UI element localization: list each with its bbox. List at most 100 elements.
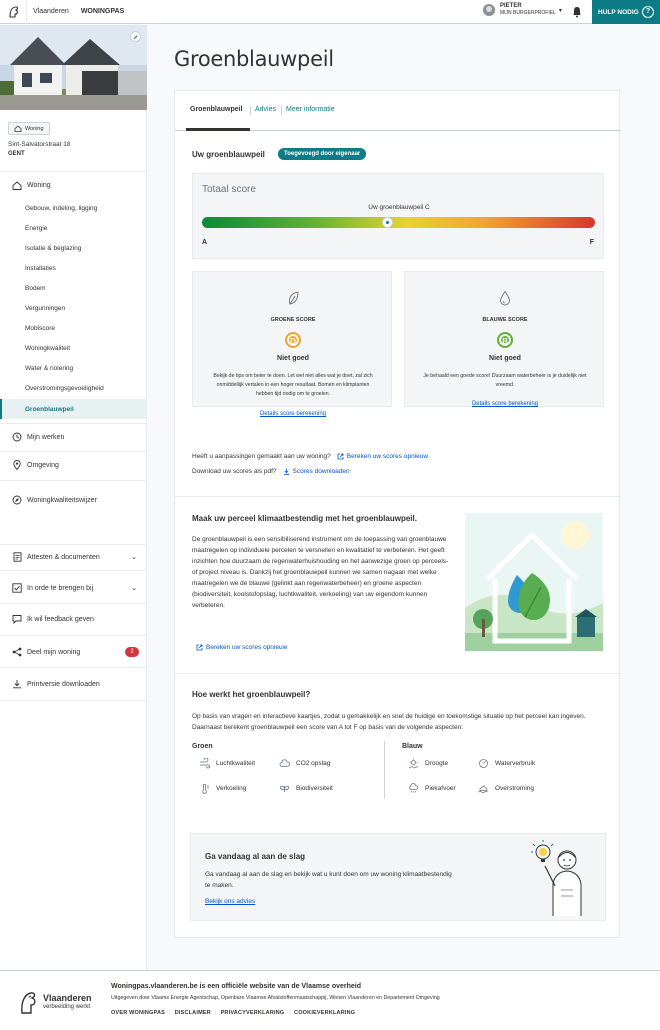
score-gauge (202, 217, 595, 228)
person-idea-illustration (531, 840, 582, 916)
aspect-waterverbruik: Waterverbruik (478, 758, 535, 769)
sidebar-divider (0, 451, 147, 452)
notification-badge: 2 (125, 647, 139, 657)
logo-main-text: Vlaanderen (43, 992, 92, 1003)
sidebar-item-mijn-werken[interactable]: Mijn werken (0, 427, 147, 447)
sidebar-item-label: Woningkwaliteitswijzer (27, 496, 97, 504)
sidebar-item-woningkwaliteitswijzer[interactable]: Woningkwaliteitswijzer (0, 490, 147, 510)
download-scores-link[interactable]: Scores downloaden (283, 468, 350, 475)
house-photo (0, 25, 147, 110)
sidebar-item-print[interactable]: Printversie downloaden (0, 674, 147, 694)
tab-meer-informatie[interactable]: Meer informatie (286, 106, 335, 113)
tab-advies[interactable]: Advies (255, 106, 276, 113)
house-icon (14, 125, 22, 132)
footer-link-disclaimer[interactable]: DISCLAIMER (175, 1010, 211, 1016)
download-icon (12, 679, 22, 689)
clock-icon (12, 432, 22, 442)
current-score-label: Uw groenblauwpeil C (368, 204, 430, 211)
external-link-icon (337, 453, 344, 460)
section-title-klimaat: Maak uw perceel klimaatbestendig met het… (192, 514, 417, 523)
sidebar-subitem[interactable]: Installaties (0, 258, 147, 278)
chevron-down-icon: ⌄ (131, 554, 137, 561)
sidebar-subitem[interactable]: Bodem (0, 278, 147, 298)
leaf-icon (288, 291, 299, 305)
avatar (483, 4, 495, 16)
footer-link-separator: | (169, 1010, 171, 1016)
klimaat-recalculate-link[interactable]: Bereken uw scores opnieuw (196, 644, 287, 651)
sidebar-subitem[interactable]: Water & riolering (0, 358, 147, 378)
flood-icon (478, 785, 488, 793)
green-details-link[interactable]: Details score berekening (193, 411, 393, 417)
sidebar-item-feedback[interactable]: Ik wil feedback geven (0, 609, 147, 629)
section-title-hoe: Hoe werkt het groenblauwpeil? (192, 690, 311, 699)
brand-link[interactable]: Vlaanderen (33, 8, 69, 15)
sidebar-divider (0, 700, 147, 701)
sidebar-divider (0, 635, 147, 636)
vlaanderen-lion-icon[interactable] (6, 4, 22, 20)
footer-link-over[interactable]: OVER WONINGPAS (111, 1010, 165, 1016)
question-icon: ? (642, 6, 654, 18)
sidebar-subitem[interactable]: Isolatie & beglazing (0, 238, 147, 258)
score-indicator (382, 217, 393, 228)
sidebar-divider (0, 544, 147, 545)
feedback-icon (12, 614, 22, 624)
footer-link-privacy[interactable]: PRIVACYVERKLARING (221, 1010, 285, 1016)
sidebar-subitem[interactable]: Energie (0, 218, 147, 238)
sidebar-item-in-orde[interactable]: In orde te brengen bij ⌄ (0, 578, 147, 598)
cta-title: Ga vandaag al aan de slag (205, 852, 306, 861)
klimaat-link-row: Bereken uw scores opnieuw (196, 644, 287, 651)
sidebar: Woning Sint-Salvatorstraat 18 GENT Wonin… (0, 25, 147, 970)
aspect-overstroming: Overstroming (478, 783, 534, 794)
sidebar-item-label: Ik wil feedback geven (27, 615, 94, 623)
column-divider (384, 741, 385, 799)
cta-advies-link[interactable]: Bekijk ons advies (205, 898, 255, 905)
air-quality-icon (200, 758, 210, 769)
aspect-verkoeling: Verkoeling (199, 783, 246, 794)
aspect-label: CO2 opslag (296, 760, 331, 767)
green-score-letter: D (285, 332, 301, 348)
sidebar-subitem[interactable]: Vergunningen (0, 298, 147, 318)
bell-icon[interactable] (572, 6, 582, 18)
tab-groenblauwpeil[interactable]: Groenblauwpeil (190, 106, 243, 113)
download-link-label: Scores downloaden (292, 468, 350, 475)
app-name-link[interactable]: WONINGPAS (81, 8, 124, 15)
sidebar-subitem[interactable]: Mobiscore (0, 318, 147, 338)
woning-tag: Woning (8, 122, 50, 135)
aspect-co2-opslag: CO2 opslag (279, 758, 330, 769)
compass-icon (12, 495, 22, 505)
user-profile-menu[interactable]: PIETER MIJN BURGERPROFIEL ▾ (483, 3, 562, 17)
recalculate-link-label: Bereken uw scores opnieuw (346, 453, 429, 460)
edit-photo-button[interactable] (130, 31, 141, 42)
footer-link-cookies[interactable]: COOKIEVERKLARING (294, 1010, 355, 1016)
blue-score-letter: B (497, 332, 513, 348)
sidebar-item-deel[interactable]: Deel mijn woning 2 (0, 642, 147, 662)
page-title: Groenblauwpeil (174, 47, 334, 71)
sidebar-item-woning[interactable]: Woning (0, 175, 147, 195)
aspect-label: Luchtkwaliteit (216, 760, 256, 767)
sidebar-item-label: Attesten & documenten (27, 553, 100, 561)
help-button[interactable]: HULP NODIG ? (592, 0, 660, 24)
pencil-icon (133, 34, 138, 39)
chevron-down-icon: ⌄ (131, 585, 137, 592)
total-score-label: Totaal score (202, 184, 256, 195)
top-bar: Vlaanderen WONINGPAS PIETER MIJN BURGERP… (0, 0, 660, 24)
blue-details-link[interactable]: Details score berekening (405, 401, 605, 407)
recalculate-row: Heeft u aanpassingen gemaakt aan uw woni… (192, 453, 428, 460)
vlaanderen-logo[interactable]: Vlaanderen verbeelding werkt (18, 989, 92, 1015)
footer-link-separator: | (214, 1010, 217, 1016)
sidebar-divider (0, 603, 147, 604)
sidebar-subitem[interactable]: Woningkwaliteit (0, 338, 147, 358)
sidebar-subitem-active[interactable]: Groenblauwpeil (0, 399, 147, 419)
sidebar-item-attesten[interactable]: Attesten & documenten ⌄ (0, 547, 147, 567)
groen-column-title: Groen (192, 743, 213, 750)
sidebar-subitem[interactable]: Overstromingsgevoeligheid (0, 378, 147, 398)
sidebar-subitem[interactable]: Gebouw, indeling, ligging (0, 198, 147, 218)
recalculate-link[interactable]: Bereken uw scores opnieuw (337, 453, 428, 460)
sidebar-item-omgeving[interactable]: Omgeving (0, 455, 147, 475)
cta-box: Ga vandaag al aan de slag Ga vandaag al … (190, 833, 606, 921)
tab-divider (250, 106, 251, 115)
recalculate-question: Heeft u aanpassingen gemaakt aan uw woni… (192, 453, 331, 460)
green-score-card: GROENE SCORE D Niet goed Bekijk de tips … (192, 271, 392, 417)
address-city: GENT (8, 151, 25, 157)
klimaat-link-label: Bereken uw scores opnieuw (206, 644, 288, 651)
